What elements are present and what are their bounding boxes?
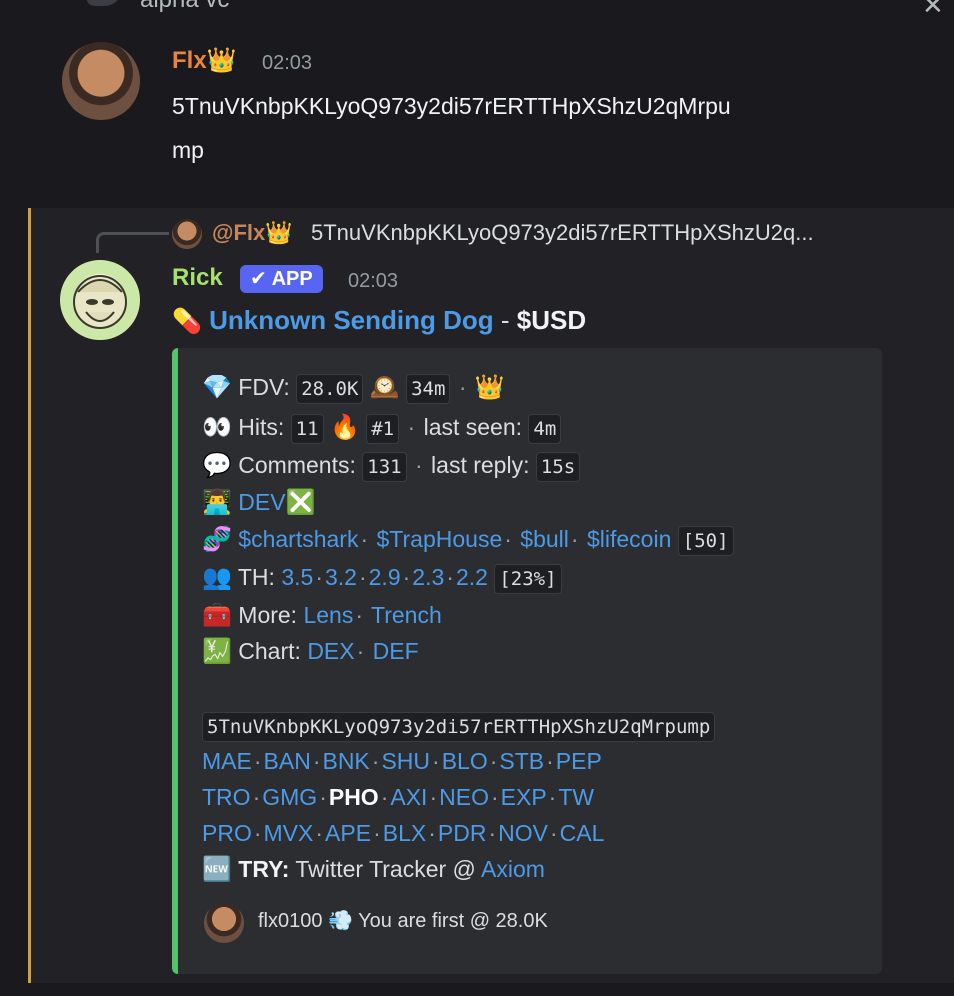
new-badge-icon: 🆕 [202, 856, 232, 883]
fdv-value: 28.0K [296, 374, 364, 404]
contract-line: 5TnuVKnbpKKLyoQ973y2di57rERTTHpXShzU2qMr… [202, 708, 716, 742]
try-line: 🆕 TRY: Twitter Tracker @ Axiom [202, 856, 545, 883]
platform-link[interactable]: PRO [202, 820, 252, 846]
token-name-link[interactable]: Unknown Sending Dog [209, 305, 494, 335]
people-icon: 👥 [202, 564, 232, 591]
dex-link[interactable]: DEX [307, 638, 354, 664]
axiom-link[interactable]: Axiom [481, 856, 545, 882]
rank-value: #1 [366, 414, 400, 444]
platform-link[interactable]: CAL [560, 820, 605, 846]
eyes-icon: 👀 [202, 414, 232, 441]
platform-link[interactable]: GMG [262, 784, 317, 810]
platform-link[interactable]: PEP [556, 748, 602, 774]
platform-link[interactable]: NEO [439, 784, 489, 810]
reply-avatar[interactable] [172, 219, 202, 249]
trench-link[interactable]: Trench [371, 602, 442, 628]
hits-value: 11 [290, 414, 324, 444]
holder-link[interactable]: 2.9 [369, 564, 401, 590]
platform-link[interactable]: MAE [202, 748, 252, 774]
platform-link[interactable]: TRO [202, 784, 251, 810]
reply-preview[interactable]: 5TnuVKnbpKKLyoQ973y2di57rERTTHpXShzU2q..… [311, 220, 814, 246]
comments-line: 💬 Comments: 131 · last reply: 15s [202, 448, 581, 483]
platform-row: TRO·GMG·PHO·AXI·NEO·EXP·TW [202, 784, 595, 810]
platform-link[interactable]: BAN [264, 748, 311, 774]
platform-link[interactable]: NOV [498, 820, 548, 846]
chart-line: 💹 Chart: DEX· DEF [202, 638, 419, 665]
platform-link-active[interactable]: PHO [329, 784, 379, 810]
def-link[interactable]: DEF [373, 638, 419, 664]
channel-header: alpha vc ✕ [0, 0, 954, 39]
cross-icon: ❎ [285, 489, 316, 516]
fdv-line: 💎 FDV: 28.0K 🕰️ 34m · 👑 [202, 370, 505, 405]
platform-link[interactable]: SHU [381, 748, 430, 774]
age-value: 34m [406, 374, 451, 404]
token-ticker: $USD [516, 305, 587, 335]
speech-bubble-icon: 💬 [202, 452, 232, 479]
footer-avatar [204, 903, 244, 943]
contract-address[interactable]: 5TnuVKnbpKKLyoQ973y2di57rERTTHpXShzU2qMr… [202, 712, 716, 742]
bot-face-icon [73, 275, 127, 329]
username[interactable]: Flx👑 [172, 46, 237, 75]
platform-link[interactable]: APE [325, 820, 371, 846]
app-badge: ✔ APP [240, 265, 323, 293]
technologist-icon: 👨‍💻 [202, 489, 232, 516]
toolbox-icon: 🧰 [202, 602, 232, 629]
close-icon[interactable]: ✕ [922, 0, 944, 21]
channel-title: alpha vc [140, 0, 229, 14]
platform-row: PRO·MVX·APE·BLX·PDR·NOV·CAL [202, 820, 605, 846]
coin-link[interactable]: $bull [520, 526, 569, 552]
holder-link[interactable]: 2.2 [456, 564, 488, 590]
dev-link[interactable]: DEV [238, 489, 285, 515]
username[interactable]: Rick [172, 264, 223, 292]
chart-icon: 💹 [202, 638, 232, 665]
platform-link[interactable]: STB [499, 748, 544, 774]
holder-link[interactable]: 3.2 [325, 564, 357, 590]
dna-icon: 🧬 [202, 526, 232, 553]
coin-link[interactable]: $TrapHouse [377, 526, 503, 552]
fire-icon: 🔥 [329, 414, 360, 441]
avatar[interactable] [62, 42, 140, 120]
diamond-icon: 💎 [202, 374, 232, 401]
platform-link[interactable]: PDR [438, 820, 487, 846]
timestamp: 02:03 [348, 270, 399, 292]
token-title: 💊 Unknown Sending Dog - $USD [172, 305, 587, 335]
more-line: 🧰 More: Lens· Trench [202, 602, 442, 629]
dev-line: 👨‍💻 DEV❎ [202, 485, 315, 520]
platform-link[interactable]: BLO [442, 748, 488, 774]
lens-link[interactable]: Lens [303, 602, 353, 628]
last-seen-value: 4m [528, 414, 562, 444]
message-text: 5TnuVKnbpKKLyoQ973y2di57rERTTHpXShzU2qMr… [172, 93, 731, 163]
holders-pct: [23%] [494, 564, 562, 594]
platform-link[interactable]: BNK [322, 748, 369, 774]
reply-connector [96, 232, 169, 253]
clock-icon: 🕰️ [369, 374, 400, 401]
chat-bottom [0, 983, 954, 996]
embed-footer: flx0100 💨 You are first @ 28.0K [258, 910, 548, 932]
top-holders-line: 👥 TH: 3.5·3.2·2.9·2.3·2.2 [23%] [202, 560, 562, 595]
platform-link[interactable]: TW [558, 784, 594, 810]
holder-link[interactable]: 2.3 [412, 564, 444, 590]
channel-icon [83, 0, 123, 6]
crown-icon: 👑 [474, 374, 505, 401]
platform-link[interactable]: AXI [390, 784, 427, 810]
pill-icon: 💊 [172, 308, 202, 335]
holder-link[interactable]: 3.5 [281, 564, 313, 590]
coins-line: 🧬 $chartshark· $TrapHouse· $bull· $lifec… [202, 522, 734, 557]
timestamp: 02:03 [262, 52, 313, 74]
platform-link[interactable]: BLX [383, 820, 426, 846]
last-reply-value: 15s [535, 452, 581, 482]
avatar[interactable] [60, 260, 140, 340]
platform-link[interactable]: EXP [501, 784, 547, 810]
platform-link[interactable]: MVX [264, 820, 314, 846]
coin-link[interactable]: $lifecoin [587, 526, 671, 552]
reply-username[interactable]: @Flx👑 [212, 220, 293, 246]
platform-row: MAE·BAN·BNK·SHU·BLO·STB·PEP [202, 748, 602, 774]
hits-line: 👀 Hits: 11 🔥 #1 · last seen: 4m [202, 410, 562, 445]
comments-value: 131 [362, 452, 407, 482]
coin-link[interactable]: $chartshark [238, 526, 358, 552]
coins-count: [50] [677, 526, 734, 556]
